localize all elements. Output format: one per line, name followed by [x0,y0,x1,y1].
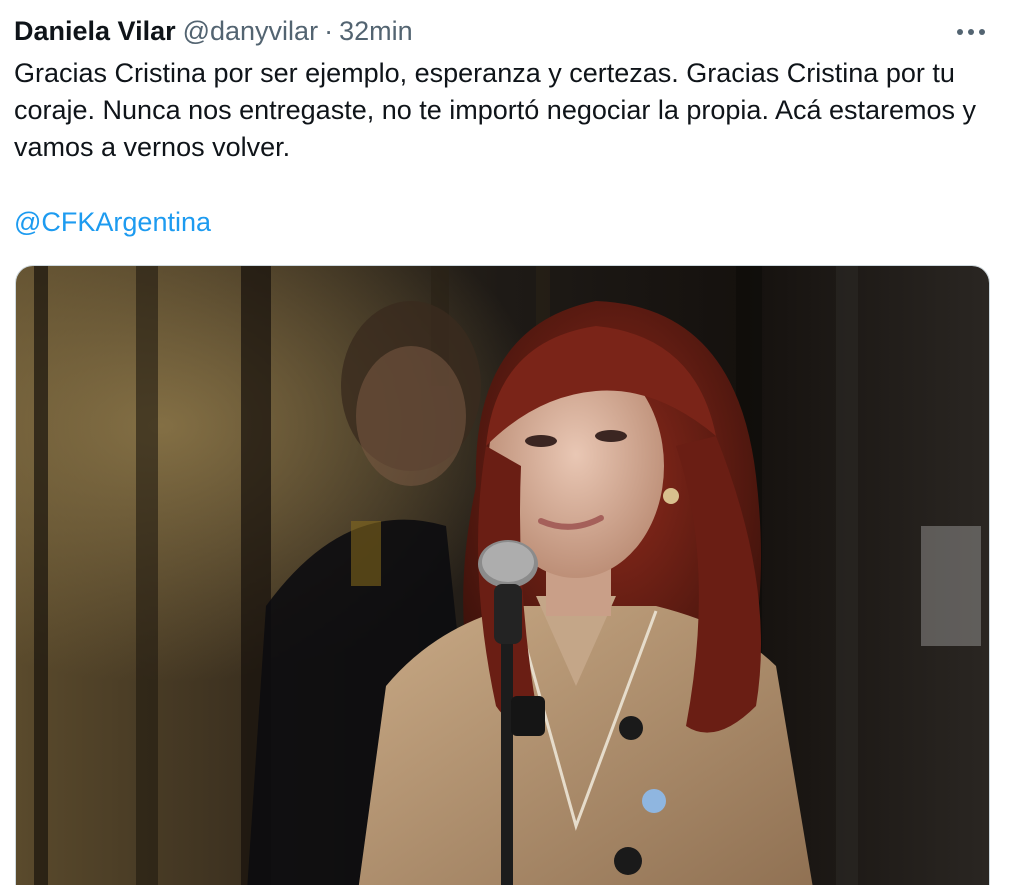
tweet-header: Daniela Vilar @danyvilar · 32min [14,14,413,48]
mention-link[interactable]: @CFKArgentina [14,204,211,241]
timestamp[interactable]: 32min [339,14,413,48]
more-options-button[interactable] [955,18,987,46]
tweet-text: Gracias Cristina por ser ejemplo, espera… [14,58,977,162]
author-handle[interactable]: @danyvilar [183,14,318,48]
more-horizontal-icon [957,29,985,35]
photo-image [16,266,989,885]
separator: · [324,16,334,46]
author-name[interactable]: Daniela Vilar [14,14,176,48]
tweet[interactable]: Daniela Vilar @danyvilar · 32min Gracias… [0,0,1024,885]
tweet-photo[interactable] [15,265,990,885]
